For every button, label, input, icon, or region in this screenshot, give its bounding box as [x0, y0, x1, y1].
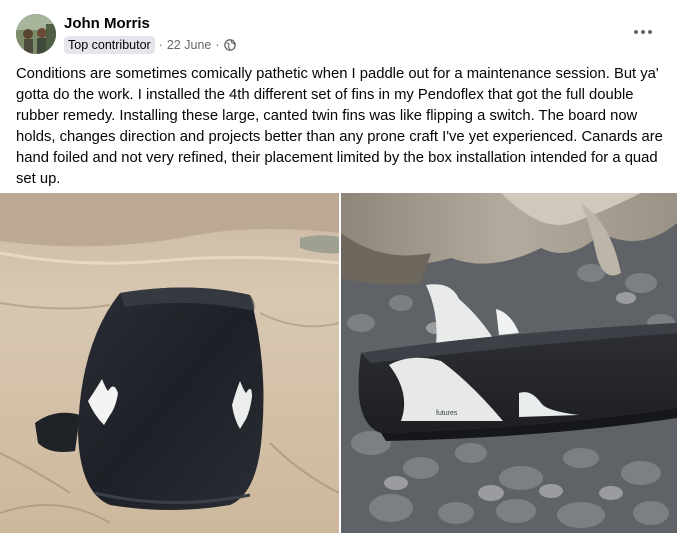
globe-icon[interactable] [223, 39, 236, 51]
post-header: John Morris Top contributor · 22 June · [16, 12, 661, 56]
meta-separator-2: · [215, 38, 220, 52]
fin-brand-label: futures [436, 410, 458, 417]
photo-fins-on-rocks[interactable]: futures [341, 193, 677, 533]
avatar[interactable] [16, 14, 56, 54]
more-options-icon[interactable] [631, 18, 659, 46]
meta-separator: · [158, 38, 163, 52]
facebook-post: John Morris Top contributor · 22 June · … [0, 0, 677, 533]
post-meta: Top contributor · 22 June · [64, 36, 236, 54]
photo-grid: futures [0, 193, 677, 533]
post-date[interactable]: 22 June [167, 38, 211, 52]
photo-board-on-sand[interactable] [0, 193, 339, 533]
top-contributor-badge[interactable]: Top contributor [64, 36, 155, 54]
author-name[interactable]: John Morris [64, 15, 150, 32]
post-text: Conditions are sometimes comically pathe… [16, 66, 663, 187]
